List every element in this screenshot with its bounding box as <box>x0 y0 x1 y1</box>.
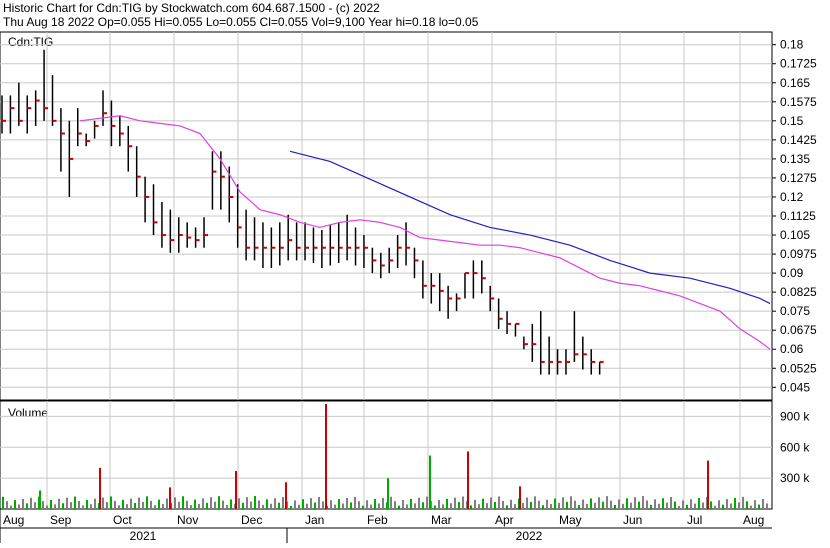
price-tick-label: 0.045 <box>780 380 810 394</box>
price-tick-label: 0.18 <box>780 38 804 52</box>
price-tick-label: 0.1725 <box>780 57 817 71</box>
month-label: Apr <box>495 513 514 527</box>
month-label: May <box>559 513 582 527</box>
price-tick-label: 0.105 <box>780 228 810 242</box>
month-label: Jul <box>687 513 702 527</box>
chart-title: Historic Chart for Cdn:TIG by Stockwatch… <box>3 1 380 15</box>
month-label: Dec <box>241 513 262 527</box>
price-tick-label: 0.1275 <box>780 171 817 185</box>
month-label: Oct <box>113 513 132 527</box>
price-tick-label: 0.09 <box>780 266 804 280</box>
volume-tick-label: 300 k <box>780 471 810 485</box>
stock-chart: Historic Chart for Cdn:TIG by Stockwatch… <box>0 0 830 543</box>
price-tick-label: 0.06 <box>780 342 804 356</box>
month-label: Feb <box>367 513 388 527</box>
month-label: Jan <box>305 513 324 527</box>
volume-panel <box>0 400 773 510</box>
month-label: Mar <box>431 513 452 527</box>
price-tick-label: 0.0675 <box>780 323 817 337</box>
price-tick-label: 0.1575 <box>780 95 817 109</box>
price-tick-label: 0.15 <box>780 114 804 128</box>
month-label: Aug <box>3 513 24 527</box>
volume-panel-label: Volume <box>8 406 48 420</box>
month-label: Sep <box>50 513 72 527</box>
price-tick-label: 0.135 <box>780 152 810 166</box>
chart-canvas: Historic Chart for Cdn:TIG by Stockwatch… <box>0 1 817 543</box>
price-tick-label: 0.12 <box>780 190 804 204</box>
price-tick-label: 0.0825 <box>780 285 817 299</box>
month-label: Aug <box>743 513 764 527</box>
price-tick-label: 0.075 <box>780 304 810 318</box>
price-tick-label: 0.0975 <box>780 247 817 261</box>
price-tick-label: 0.1425 <box>780 133 817 147</box>
month-label: Jun <box>623 513 642 527</box>
price-tick-label: 0.0525 <box>780 361 817 375</box>
price-tick-label: 0.1125 <box>780 209 816 223</box>
year-label: 2022 <box>516 529 543 543</box>
chart-quote: Thu Aug 18 2022 Op=0.055 Hi=0.055 Lo=0.0… <box>3 15 479 29</box>
volume-tick-label: 600 k <box>780 440 810 454</box>
volume-tick-label: 900 k <box>780 409 810 423</box>
year-label: 2021 <box>130 529 157 543</box>
month-label: Nov <box>177 513 198 527</box>
price-tick-label: 0.165 <box>780 76 810 90</box>
